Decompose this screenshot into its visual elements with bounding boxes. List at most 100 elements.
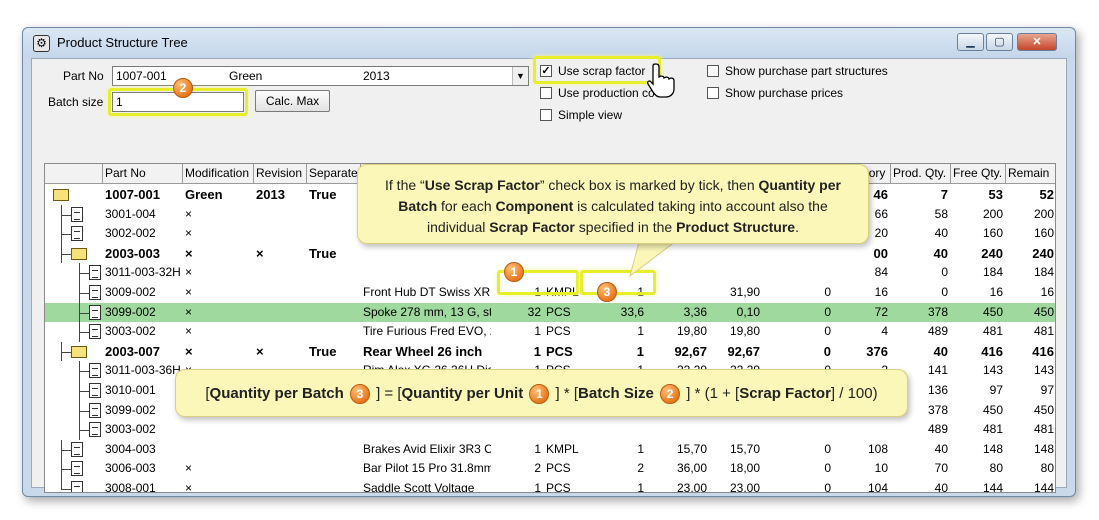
calc-max-button[interactable]: Calc. Max (255, 90, 330, 112)
cell-sep: True (309, 245, 337, 261)
cell-needed (763, 420, 834, 440)
column-header-remain[interactable]: Remain (1006, 164, 1055, 184)
minimize-button[interactable]: ▁ (957, 33, 984, 51)
cell-sep: True (309, 343, 337, 359)
cell-remain: 148 (1033, 441, 1054, 456)
tree-connector (61, 224, 62, 244)
document-icon (89, 402, 101, 418)
cell-part: 3001-004 (105, 206, 156, 221)
cell-cost: 19,80 (676, 324, 707, 339)
column-header-free[interactable]: Free Qty. (951, 164, 1006, 184)
cell-rev (254, 420, 307, 440)
cell-mod (183, 420, 254, 440)
column-header-part[interactable]: Part No (103, 164, 183, 184)
cell-unit: PCS (546, 461, 571, 476)
cell-part: 3011-003-32H (105, 265, 181, 280)
cell-prod: 40 (934, 226, 948, 241)
cell-unitcost: 0,10 (736, 304, 760, 319)
simple-view-checkbox[interactable]: Simple view (540, 108, 622, 122)
table-row[interactable]: 3008-001 × Saddle Scott Voltage 1 PCS 1 23,00 2… (45, 479, 1055, 493)
cell-cost: 15,70 (676, 441, 707, 456)
tree-connector (79, 283, 80, 303)
column-header-mod[interactable]: Modification (183, 164, 254, 184)
cell-name: Saddle Scott Voltage (363, 481, 475, 493)
document-icon (71, 461, 83, 477)
column-header-rev[interactable]: Revision (254, 164, 307, 184)
table-row[interactable]: 3003-002 × Tire Furious Fred EVO, 2 1 PCS 1 19… (45, 322, 1055, 342)
cell-free: 481 (982, 422, 1003, 437)
folder-icon (53, 189, 69, 201)
cell-prod: 0 (941, 265, 948, 280)
cell-part: 3008-001 (105, 481, 156, 493)
show-purchase-part-structures-checkbox[interactable]: Show purchase part structures (707, 64, 888, 78)
table-row[interactable]: 2003-003 × × True 00 40 240 240 (45, 243, 1055, 264)
cell-sep (307, 479, 361, 492)
cell-inv: 84 (874, 265, 888, 280)
cell-free: 450 (982, 304, 1003, 319)
cell-rev: × (256, 343, 264, 359)
document-icon (89, 285, 101, 300)
column-header-sep[interactable]: Separate (307, 164, 361, 184)
cell-cost: 3,36 (683, 304, 707, 319)
show-purchase-prices-checkbox[interactable]: Show purchase prices (707, 86, 843, 100)
cell-prod: 70 (934, 461, 948, 476)
table-row[interactable]: 2003-007 × × True Rear Wheel 26 inch 1 PCS 1 92,… (45, 341, 1055, 362)
cell-sep (307, 459, 361, 479)
cell-free: 200 (982, 206, 1003, 221)
cell-sep (307, 224, 361, 244)
cell-mod: × (185, 265, 193, 280)
tree-connector (79, 263, 80, 283)
cell-prod: 58 (934, 206, 948, 221)
column-header-prod[interactable]: Prod. Qty. (891, 164, 951, 184)
cell-free: 450 (982, 402, 1003, 417)
cell-mod: × (185, 304, 193, 319)
cell-part: 3010-001 (105, 383, 156, 397)
cell-rev (254, 303, 307, 323)
cell-qtyunit: 1 (534, 481, 541, 493)
cell-name: Rear Wheel 26 inch (363, 343, 483, 359)
tree-connector (61, 243, 62, 264)
chevron-down-icon[interactable]: ▼ (512, 67, 528, 85)
cell-prod: 489 (927, 324, 948, 339)
cell-qtybatch: 1 (637, 481, 644, 493)
cell-qtybatch: 2 (637, 461, 644, 476)
cell-qtybatch: 1 (636, 343, 644, 359)
cell-inv (834, 420, 891, 440)
cell-prod: 40 (934, 441, 948, 456)
cell-remain: 80 (1040, 461, 1054, 476)
close-button[interactable]: ✕ (1017, 33, 1057, 51)
cell-needed: 0 (824, 441, 831, 456)
cell-part: 2003-007 (105, 343, 160, 359)
cell-remain: 200 (1033, 206, 1054, 221)
use-production-cost-checkbox[interactable]: Use production co (540, 86, 655, 100)
cell-rev (254, 263, 307, 283)
cell-qtyunit (491, 244, 544, 264)
table-row[interactable]: 3004-003 Brakes Avid Elixir 3R3 C 1 KMPL 1 15… (45, 439, 1055, 460)
tree-connector (61, 489, 71, 490)
cell-prod: 0 (941, 285, 948, 299)
cell-mod (183, 440, 254, 460)
cell-free: 16 (989, 285, 1003, 299)
cell-unitcost (710, 244, 763, 264)
scrap-factor-callout: If the “Use Scrap Factor” check box is m… (357, 164, 869, 244)
cell-mod: × (185, 245, 193, 261)
cell-sep (307, 440, 361, 460)
cell-sep (307, 420, 361, 440)
table-row[interactable]: 3003-002 489 481 481 (45, 420, 1055, 440)
cell-name (361, 420, 491, 440)
tree-connector (79, 322, 80, 342)
cell-sep (307, 322, 361, 342)
cell-remain: 97 (1040, 383, 1054, 397)
cell-part: 2003-003 (105, 245, 160, 261)
cell-remain: 481 (1033, 422, 1054, 437)
table-row[interactable]: 3006-003 × Bar Pilot 15 Pro 31.8mm 2 PCS 2 36,… (45, 459, 1055, 479)
cell-remain: 52 (1039, 187, 1054, 202)
app-icon: ⚙ (33, 35, 50, 52)
cell-rev: 2013 (256, 187, 285, 202)
cell-part: 3002-002 (105, 226, 156, 241)
table-row[interactable]: 3099-002 × Spoke 278 mm, 13 G, sta 32 PCS 33,… (45, 302, 1055, 323)
maximize-button[interactable]: ▢ (986, 33, 1013, 51)
cell-mod: Green (185, 187, 223, 202)
tree-connector (79, 430, 89, 432)
cell-cost: 23,00 (676, 481, 707, 493)
